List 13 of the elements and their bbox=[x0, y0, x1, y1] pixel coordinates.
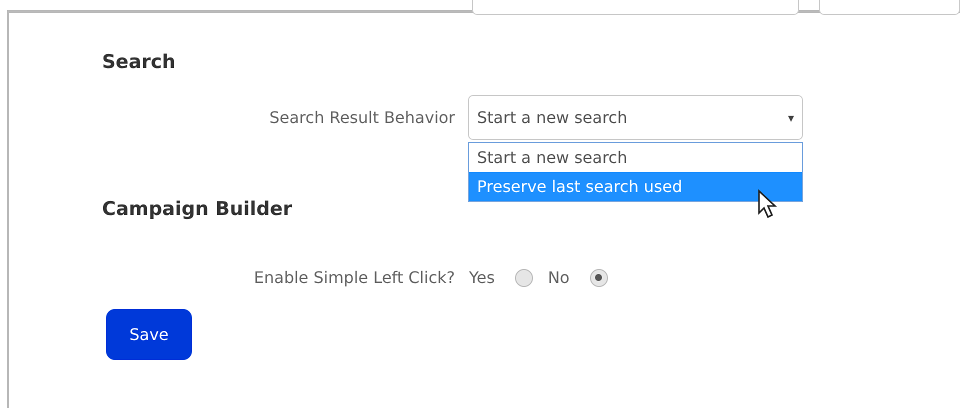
radio-button[interactable] bbox=[514, 268, 533, 286]
text-field[interactable] bbox=[819, 0, 960, 15]
section-heading: Campaign Builder bbox=[102, 198, 292, 222]
field-label: Search Result Behavior bbox=[268, 108, 455, 127]
radio-label: No bbox=[548, 268, 570, 287]
field-label: Enable Simple Left Click? bbox=[252, 268, 455, 287]
radio-label: Yes bbox=[469, 268, 495, 287]
radio-button[interactable] bbox=[590, 268, 608, 286]
dropdown-select[interactable]: Start a new search ▾ bbox=[468, 95, 803, 140]
caret-icon: ▾ bbox=[788, 110, 794, 124]
section-heading: Search bbox=[102, 51, 176, 75]
text-field[interactable] bbox=[472, 0, 800, 15]
save-button[interactable]: Save bbox=[106, 309, 192, 360]
